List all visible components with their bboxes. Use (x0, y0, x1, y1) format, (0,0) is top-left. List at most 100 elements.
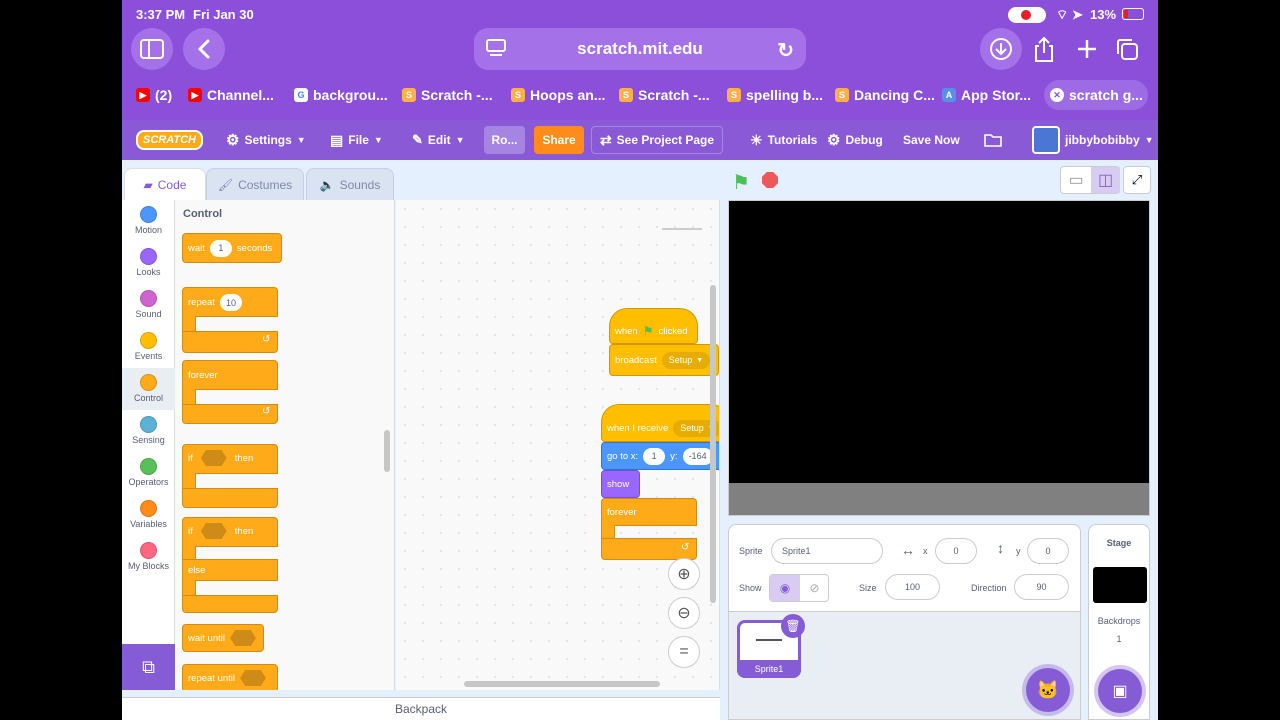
sprite-name-input[interactable]: Sprite1 (771, 538, 883, 564)
green-flag-icon: ⚑ (642, 324, 654, 338)
browser-tab[interactable]: Gbackgrou... (294, 86, 388, 104)
share-button[interactable] (1029, 34, 1059, 64)
sprite-info-panel: Sprite Sprite1 ↔ x 0 ↕ y 0 Show ◉ ⊘ Size… (728, 524, 1081, 612)
my-stuff-button[interactable] (984, 120, 1002, 160)
x-position-input[interactable]: 0 (935, 538, 977, 564)
eye-icon[interactable]: ◉ (770, 575, 800, 601)
small-stage-icon[interactable]: ▭ (1061, 167, 1091, 193)
wait-block[interactable]: wait 1 seconds (182, 233, 282, 263)
file-menu[interactable]: ▤ File ▼ (330, 120, 383, 160)
sprite-tile-name: Sprite1 (737, 660, 801, 678)
tutorials-button[interactable]: ☀ Tutorials (750, 120, 817, 160)
zoom-in-button[interactable]: ⊕ (668, 558, 700, 590)
y-input[interactable]: -164 (682, 447, 713, 465)
edit-menu[interactable]: ✎ Edit ▼ (412, 120, 465, 160)
choose-backdrop-button[interactable]: ▣ (1098, 669, 1142, 713)
tab-sounds[interactable]: 🔈 Sounds (306, 168, 394, 200)
save-now-button[interactable]: Save Now (903, 120, 960, 160)
broadcast-block[interactable]: broadcast Setup ▼ (609, 344, 719, 376)
back-button[interactable] (183, 28, 225, 70)
browser-tab[interactable]: ▶ Channel... (188, 86, 274, 104)
browser-tab-active[interactable]: ✕ scratch g... (1044, 80, 1148, 110)
condition-slot[interactable] (200, 523, 227, 539)
address-bar[interactable]: scratch.mit.edu ↻ (474, 28, 806, 70)
direction-input[interactable]: 90 (1014, 574, 1069, 600)
appstore-icon: A (942, 88, 956, 102)
add-extension-button[interactable]: ⧉ (122, 644, 175, 690)
scratch-logo[interactable]: SCRATCH (136, 120, 203, 160)
script-vertical-scrollbar[interactable] (710, 285, 716, 603)
zoom-out-button[interactable]: ⊖ (668, 597, 700, 629)
category-sensing[interactable]: Sensing (122, 410, 175, 452)
go-to-xy-block[interactable]: go to x: 1 y: -164 (601, 442, 719, 470)
category-motion[interactable]: Motion (122, 200, 175, 242)
category-variables[interactable]: Variables (122, 494, 175, 536)
settings-menu[interactable]: ⚙ Settings ▼ (226, 120, 306, 160)
reload-icon[interactable]: ↻ (777, 38, 794, 63)
choose-sprite-button[interactable]: 🐱 (1026, 668, 1070, 712)
show-block[interactable]: show (601, 470, 640, 498)
downloads-button[interactable] (980, 28, 1022, 70)
condition-slot[interactable] (200, 450, 227, 466)
stop-icon[interactable] (762, 172, 778, 188)
y-position-input[interactable]: 0 (1027, 538, 1069, 564)
debug-button[interactable]: ⚙ Debug (827, 120, 883, 160)
category-my-blocks[interactable]: My Blocks (122, 536, 175, 578)
wait-input[interactable]: 1 (209, 239, 232, 257)
category-events[interactable]: Events (122, 326, 175, 368)
wait-until-block[interactable]: wait until (182, 624, 264, 652)
script-horizontal-scrollbar[interactable] (464, 681, 660, 687)
condition-slot[interactable] (229, 630, 256, 646)
tab-overview-button[interactable] (1112, 34, 1142, 64)
when-flag-clicked-block[interactable]: when ⚑ clicked (609, 308, 698, 344)
eye-hidden-icon[interactable]: ⊘ (800, 575, 829, 601)
sidebar-toggle-button[interactable] (131, 28, 173, 70)
stage-canvas[interactable] (728, 200, 1150, 516)
backpack[interactable]: Backpack (122, 697, 720, 720)
browser-tab[interactable]: S Hoops an... (511, 86, 605, 104)
browser-tab[interactable]: ▶ (2) (136, 86, 172, 104)
x-arrow-icon: ↔ (901, 542, 915, 558)
download-icon (990, 38, 1012, 60)
project-title-input[interactable]: Ro... (484, 126, 525, 154)
category-control[interactable]: Control (122, 368, 175, 410)
category-looks[interactable]: Looks (122, 242, 175, 284)
browser-tab[interactable]: A App Stor... (942, 86, 1031, 104)
share-button[interactable]: Share (534, 126, 584, 154)
account-menu[interactable]: jibbybobibby ▼ (1032, 120, 1154, 160)
new-tab-button[interactable] (1072, 34, 1102, 64)
page-menu-icon[interactable] (486, 39, 506, 62)
browser-tab[interactable]: S Dancing C... (835, 86, 935, 104)
x-input[interactable]: 1 (643, 447, 666, 465)
chevron-left-icon (197, 39, 210, 59)
repeat-until-block[interactable]: repeat until (182, 664, 278, 690)
visibility-toggle: ◉ ⊘ (769, 574, 829, 602)
palette-scrollbar[interactable] (384, 430, 390, 472)
browser-tab[interactable]: S Scratch -... (402, 86, 493, 104)
location-icon: ➤ (1072, 7, 1083, 22)
see-project-page-button[interactable]: ⇄ See Project Page (591, 126, 723, 154)
stage-thumbnail[interactable] (1093, 567, 1147, 603)
delete-sprite-button[interactable]: 🗑 (781, 614, 805, 638)
zoom-reset-button[interactable]: = (668, 636, 700, 668)
condition-slot[interactable] (240, 670, 267, 686)
repeat-input[interactable]: 10 (219, 294, 242, 311)
green-flag-icon[interactable]: ⚑ (732, 170, 750, 195)
browser-tab[interactable]: Sspelling b... (727, 86, 823, 104)
size-input[interactable]: 100 (885, 574, 940, 600)
tab-costumes[interactable]: 🖌 Costumes (206, 168, 304, 200)
equals-icon: = (679, 643, 689, 660)
cat-icon: 🐱 (1036, 679, 1060, 700)
image-icon: ▣ (1112, 683, 1128, 700)
category-operators[interactable]: Operators (122, 452, 175, 494)
fullscreen-button[interactable]: ⤢ (1123, 166, 1151, 194)
tab-code[interactable]: ▰ Code (124, 168, 206, 200)
browser-tab[interactable]: S Scratch -... (619, 86, 710, 104)
loop-arrow-icon: ↺ (681, 542, 690, 553)
large-stage-icon[interactable]: ◫ (1091, 167, 1120, 193)
when-i-receive-block[interactable]: when I receiveSetup▼ (601, 404, 719, 442)
broadcast-message-dropdown[interactable]: Setup ▼ (661, 351, 711, 369)
sprite-thumbnail (756, 639, 782, 641)
close-icon[interactable]: ✕ (1050, 88, 1064, 102)
category-sound[interactable]: Sound (122, 284, 175, 326)
